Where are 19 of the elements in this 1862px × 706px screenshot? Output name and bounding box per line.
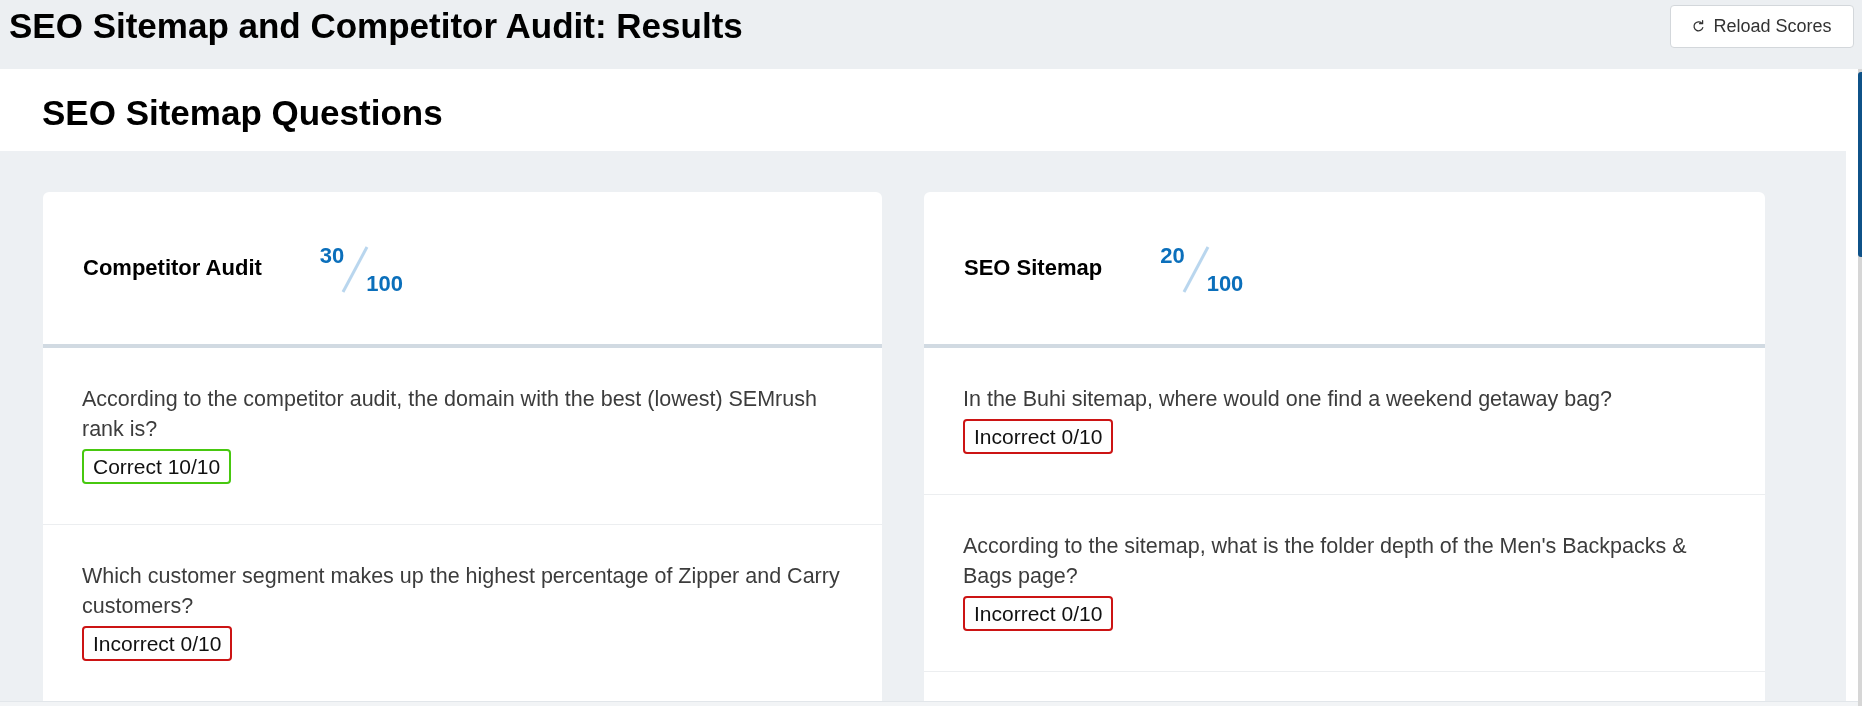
result-tag: Incorrect 0/10 <box>963 419 1114 454</box>
card-title: Competitor Audit <box>83 255 262 281</box>
score-value: 30 <box>319 245 345 267</box>
reload-button[interactable]: Reload Scores <box>1670 5 1854 48</box>
page-title: SEO Sitemap and Competitor Audit: Results <box>9 6 743 46</box>
score-max: 100 <box>1206 273 1244 295</box>
score-max: 100 <box>366 273 404 295</box>
question-text: Which customer segment makes up the highest percentage of Zipper and Carry customers? <box>82 563 841 620</box>
result-tag: Incorrect 0/10 <box>82 626 233 661</box>
scrollbar-thumb[interactable] <box>1858 72 1862 257</box>
question-text: In the Buhi sitemap, where would one find a weekend getaway bag? <box>963 386 1613 413</box>
card-title: SEO Sitemap <box>964 255 1103 281</box>
question-text: According to the competitor audit, the domain with the best (lowest) SEMrush rank is? <box>82 386 818 443</box>
refresh-icon <box>1692 20 1706 33</box>
result-tag: Correct 10/10 <box>82 449 232 484</box>
score-value: 20 <box>1160 245 1185 267</box>
section-title: SEO Sitemap Questions <box>42 93 443 133</box>
result-tag: Incorrect 0/10 <box>963 596 1114 631</box>
question-text: According to the sitemap, what is the folder depth of the Men's Backpacks & Bags page? <box>963 533 1688 590</box>
